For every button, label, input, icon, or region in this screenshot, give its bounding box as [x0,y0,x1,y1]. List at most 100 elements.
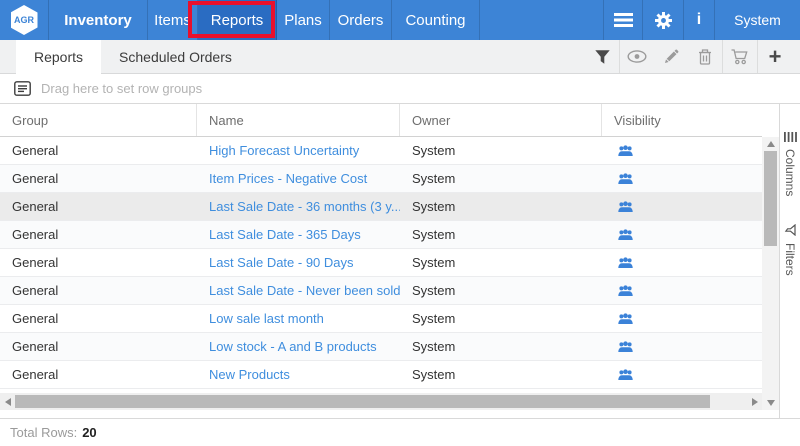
tab-scheduled-orders[interactable]: Scheduled Orders [101,40,250,73]
row-groups-icon [14,81,31,96]
cell-owner: System [400,277,602,304]
side-tab-columns[interactable]: Columns [783,132,797,196]
cell-visibility [602,305,762,332]
app-logo: AGR [0,0,49,40]
nav-item-counting[interactable]: Counting [392,0,480,40]
grid-toolbar: + [585,40,800,73]
report-name-link[interactable]: Low stock - A and B products [197,333,400,360]
column-header-group[interactable]: Group [0,104,197,136]
nav-item-orders[interactable]: Orders [330,0,392,40]
cell-group: General [0,221,197,248]
cell-group: General [0,333,197,360]
cell-visibility [602,333,762,360]
cell-group: General [0,277,197,304]
cell-visibility [602,193,762,220]
side-tab-filters-label: Filters [783,243,797,276]
menu-button[interactable] [603,0,642,40]
report-name-link[interactable]: High Forecast Uncertainty [197,137,400,164]
cell-owner: System [400,361,602,388]
cell-group: General [0,361,197,388]
cell-owner: System [400,333,602,360]
cell-visibility [602,165,762,192]
scroll-left-arrow[interactable] [0,393,15,410]
report-name-link[interactable]: Last Sale Date - 36 months (3 y... [197,193,400,220]
nav-item-items[interactable]: Items [148,0,198,40]
report-name-link[interactable]: Item Prices - Negative Cost [197,165,400,192]
hamburger-menu-icon [614,13,633,27]
cell-group: General [0,137,197,164]
vertical-scrollbar[interactable] [762,137,779,410]
row-group-hint-text: Drag here to set row groups [41,81,202,96]
column-header-visibility[interactable]: Visibility [602,104,762,136]
side-tab-columns-label: Columns [783,149,797,196]
table-header: Group Name Owner Visibility [0,104,762,137]
view-button[interactable] [620,40,654,73]
gear-icon [655,12,672,29]
row-group-drop-zone[interactable]: Drag here to set row groups [0,74,800,104]
users-icon [618,369,633,381]
delete-button[interactable] [688,40,722,73]
nav-item-reports[interactable]: Reports [198,0,277,40]
table-row[interactable]: General Last Sale Date - 90 Days System [0,249,762,277]
top-nav-bar: AGR Inventory Items Reports Plans Orders… [0,0,800,40]
table-row[interactable]: General High Forecast Uncertainty System [0,137,762,165]
trash-icon [698,49,712,65]
total-rows-label: Total Rows: [10,425,77,440]
cell-visibility [602,221,762,248]
report-name-link[interactable]: Last Sale Date - 365 Days [197,221,400,248]
table-row[interactable]: General New Products System [0,361,762,389]
tab-bar: Reports Scheduled Orders [0,40,800,74]
info-icon: i [697,11,701,29]
table-row[interactable]: General Low stock - A and B products Sys… [0,333,762,361]
cell-owner: System [400,305,602,332]
report-name-link[interactable]: New Products [197,361,400,388]
filter-outline-icon [784,224,796,236]
cell-group: General [0,165,197,192]
cart-icon [731,49,749,65]
scroll-up-arrow[interactable] [762,137,779,151]
cell-group: General [0,193,197,220]
add-report-button[interactable]: + [758,40,792,73]
scroll-right-arrow[interactable] [747,393,762,410]
users-icon [618,285,633,297]
horizontal-scrollbar-thumb[interactable] [15,395,710,408]
scroll-down-arrow[interactable] [762,396,779,410]
edit-button[interactable] [654,40,688,73]
vertical-scrollbar-thumb[interactable] [764,151,777,246]
cell-owner: System [400,165,602,192]
users-icon [618,257,633,269]
pencil-icon [663,49,679,65]
settings-button[interactable] [642,0,683,40]
report-name-link[interactable]: Low sale last month [197,305,400,332]
users-icon [618,313,633,325]
cell-visibility [602,277,762,304]
table-row[interactable]: General Last Sale Date - 36 months (3 y.… [0,193,762,221]
nav-right-group: i System [603,0,800,40]
report-name-link[interactable]: Last Sale Date - Never been sold [197,277,400,304]
cell-group: General [0,305,197,332]
horizontal-scrollbar[interactable] [0,393,762,410]
side-tab-filters[interactable]: Filters [783,224,797,276]
tab-reports[interactable]: Reports [16,40,101,74]
column-header-owner[interactable]: Owner [400,104,602,136]
info-button[interactable]: i [683,0,714,40]
order-cart-button[interactable] [723,40,757,73]
cell-visibility [602,137,762,164]
users-icon [618,341,633,353]
table-row[interactable]: General Last Sale Date - 365 Days System [0,221,762,249]
funnel-icon [595,50,610,64]
cell-visibility [602,361,762,388]
status-bar: Total Rows: 20 [0,418,800,446]
table-row[interactable]: General Last Sale Date - Never been sold… [0,277,762,305]
column-header-name[interactable]: Name [197,104,400,136]
nav-item-plans[interactable]: Plans [277,0,330,40]
users-icon [618,173,633,185]
filter-button[interactable] [585,40,619,73]
nav-item-inventory[interactable]: Inventory [49,0,148,40]
cell-owner: System [400,193,602,220]
user-menu-system[interactable]: System [714,0,800,40]
report-name-link[interactable]: Last Sale Date - 90 Days [197,249,400,276]
table-row[interactable]: General Low sale last month System [0,305,762,333]
table-row[interactable]: General Item Prices - Negative Cost Syst… [0,165,762,193]
cell-visibility [602,249,762,276]
